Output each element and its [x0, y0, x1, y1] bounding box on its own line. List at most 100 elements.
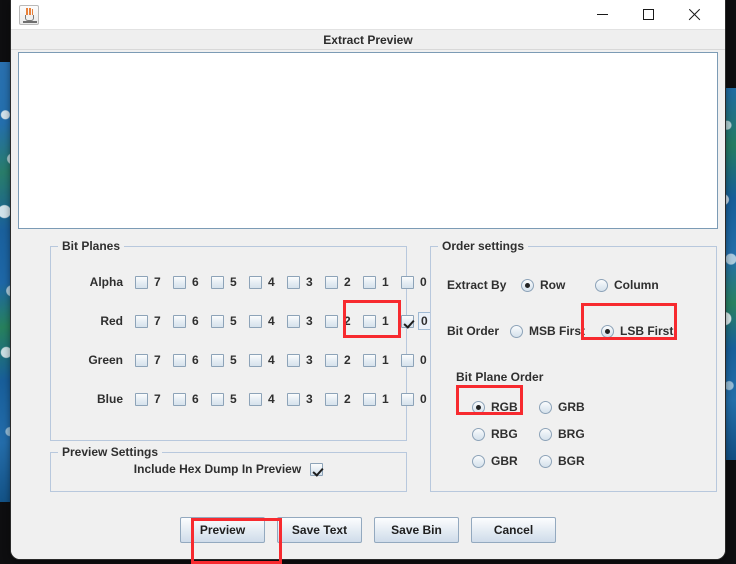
checkbox-alpha-bit-2[interactable]	[325, 275, 338, 289]
bit-cell-red-2[interactable]: 2	[325, 310, 353, 332]
bit-cell-blue-1[interactable]: 1	[363, 388, 391, 410]
bit-cell-green-6[interactable]: 6	[173, 349, 201, 371]
bit-cell-alpha-3[interactable]: 3	[287, 271, 315, 293]
checkbox-label-alpha-bit-1: 1	[382, 275, 389, 289]
bit-cell-green-4[interactable]: 4	[249, 349, 277, 371]
checkbox-red-bit-3[interactable]	[287, 314, 300, 328]
bit-cell-green-7[interactable]: 7	[135, 349, 163, 371]
close-icon	[688, 8, 701, 21]
extract-by-column-radio[interactable]	[595, 278, 608, 292]
checkbox-red-bit-7[interactable]	[135, 314, 148, 328]
checkbox-label-green-bit-7: 7	[154, 353, 161, 367]
checkbox-red-bit-1[interactable]	[363, 314, 376, 328]
maximize-button[interactable]	[625, 0, 671, 29]
bit-cell-red-1[interactable]: 1	[363, 310, 391, 332]
bit-cell-blue-3[interactable]: 3	[287, 388, 315, 410]
checkbox-green-bit-7[interactable]	[135, 353, 148, 367]
bit-order-lsb-radio[interactable]	[601, 324, 614, 338]
include-hex-dump-checkbox[interactable]	[310, 462, 324, 476]
checkbox-blue-bit-3[interactable]	[287, 392, 300, 406]
bit-cell-blue-5[interactable]: 5	[211, 388, 239, 410]
preview-button[interactable]: Preview	[180, 517, 265, 543]
bit-plane-order-bgr-radio[interactable]	[539, 454, 552, 468]
checkbox-blue-bit-0[interactable]	[401, 392, 414, 406]
extract-by-column-option[interactable]: Column	[595, 275, 659, 295]
bit-cell-blue-0[interactable]: 0	[401, 388, 429, 410]
checkbox-green-bit-5[interactable]	[211, 353, 224, 367]
bit-cell-blue-6[interactable]: 6	[173, 388, 201, 410]
checkbox-alpha-bit-4[interactable]	[249, 275, 262, 289]
bit-cell-red-5[interactable]: 5	[211, 310, 239, 332]
checkbox-label-alpha-bit-5: 5	[230, 275, 237, 289]
bit-order-lsb-option[interactable]: LSB First	[601, 321, 673, 341]
bit-plane-order-bgr-option[interactable]: BGR	[539, 451, 585, 471]
bit-cell-alpha-7[interactable]: 7	[135, 271, 163, 293]
bit-cell-blue-7[interactable]: 7	[135, 388, 163, 410]
checkbox-red-bit-5[interactable]	[211, 314, 224, 328]
bit-cell-green-5[interactable]: 5	[211, 349, 239, 371]
minimize-button[interactable]	[579, 0, 625, 29]
checkbox-red-bit-6[interactable]	[173, 314, 186, 328]
include-hex-dump-row[interactable]: Include Hex Dump In Preview	[51, 462, 406, 476]
bit-plane-order-rgb-radio[interactable]	[472, 400, 485, 414]
checkbox-blue-bit-1[interactable]	[363, 392, 376, 406]
extract-preview-window: Extract Preview Bit Planes Alpha 7 6 5 4 3 2 1 0…	[11, 0, 725, 559]
bit-cell-green-0[interactable]: 0	[401, 349, 429, 371]
checkbox-alpha-bit-6[interactable]	[173, 275, 186, 289]
bit-cell-green-3[interactable]: 3	[287, 349, 315, 371]
bit-plane-order-gbr-option[interactable]: GBR	[472, 451, 518, 471]
checkbox-red-bit-4[interactable]	[249, 314, 262, 328]
bit-cell-alpha-0[interactable]: 0	[401, 271, 429, 293]
checkbox-blue-bit-6[interactable]	[173, 392, 186, 406]
checkbox-green-bit-0[interactable]	[401, 353, 414, 367]
bit-plane-order-gbr-radio[interactable]	[472, 454, 485, 468]
close-button[interactable]	[671, 0, 717, 29]
bit-cell-red-7[interactable]: 7	[135, 310, 163, 332]
bit-plane-order-rbg-radio[interactable]	[472, 427, 485, 441]
bit-plane-row-label-red: Red	[100, 314, 123, 328]
checkbox-red-bit-2[interactable]	[325, 314, 338, 328]
save-bin-button[interactable]: Save Bin	[374, 517, 459, 543]
preview-text-area[interactable]	[18, 52, 718, 229]
checkbox-green-bit-6[interactable]	[173, 353, 186, 367]
bit-cell-blue-2[interactable]: 2	[325, 388, 353, 410]
bit-cell-red-0[interactable]: 0	[401, 310, 431, 332]
bit-plane-order-brg-radio[interactable]	[539, 427, 552, 441]
bit-order-msb-radio[interactable]	[510, 324, 523, 338]
checkbox-blue-bit-7[interactable]	[135, 392, 148, 406]
checkbox-green-bit-2[interactable]	[325, 353, 338, 367]
bit-cell-red-4[interactable]: 4	[249, 310, 277, 332]
bit-cell-green-1[interactable]: 1	[363, 349, 391, 371]
bit-cell-alpha-1[interactable]: 1	[363, 271, 391, 293]
checkbox-alpha-bit-1[interactable]	[363, 275, 376, 289]
checkbox-green-bit-4[interactable]	[249, 353, 262, 367]
save-text-button[interactable]: Save Text	[277, 517, 362, 543]
bit-plane-order-grb-radio[interactable]	[539, 400, 552, 414]
checkbox-red-bit-0[interactable]	[401, 314, 414, 328]
checkbox-blue-bit-4[interactable]	[249, 392, 262, 406]
bit-cell-green-2[interactable]: 2	[325, 349, 353, 371]
checkbox-green-bit-3[interactable]	[287, 353, 300, 367]
bit-plane-order-rbg-option[interactable]: RBG	[472, 424, 518, 444]
checkbox-alpha-bit-5[interactable]	[211, 275, 224, 289]
checkbox-alpha-bit-3[interactable]	[287, 275, 300, 289]
checkbox-blue-bit-5[interactable]	[211, 392, 224, 406]
cancel-button[interactable]: Cancel	[471, 517, 556, 543]
bit-cell-alpha-6[interactable]: 6	[173, 271, 201, 293]
extract-by-row-radio[interactable]	[521, 278, 534, 292]
checkbox-alpha-bit-0[interactable]	[401, 275, 414, 289]
bit-order-msb-option[interactable]: MSB First	[510, 321, 585, 341]
checkbox-green-bit-1[interactable]	[363, 353, 376, 367]
bit-cell-red-6[interactable]: 6	[173, 310, 201, 332]
bit-cell-alpha-5[interactable]: 5	[211, 271, 239, 293]
bit-plane-order-brg-option[interactable]: BRG	[539, 424, 585, 444]
bit-plane-order-rgb-option[interactable]: RGB	[472, 397, 518, 417]
bit-cell-red-3[interactable]: 3	[287, 310, 315, 332]
checkbox-blue-bit-2[interactable]	[325, 392, 338, 406]
checkbox-alpha-bit-7[interactable]	[135, 275, 148, 289]
bit-cell-alpha-4[interactable]: 4	[249, 271, 277, 293]
extract-by-option-row[interactable]: Row	[521, 275, 565, 295]
bit-cell-blue-4[interactable]: 4	[249, 388, 277, 410]
bit-cell-alpha-2[interactable]: 2	[325, 271, 353, 293]
bit-plane-order-grb-option[interactable]: GRB	[539, 397, 585, 417]
